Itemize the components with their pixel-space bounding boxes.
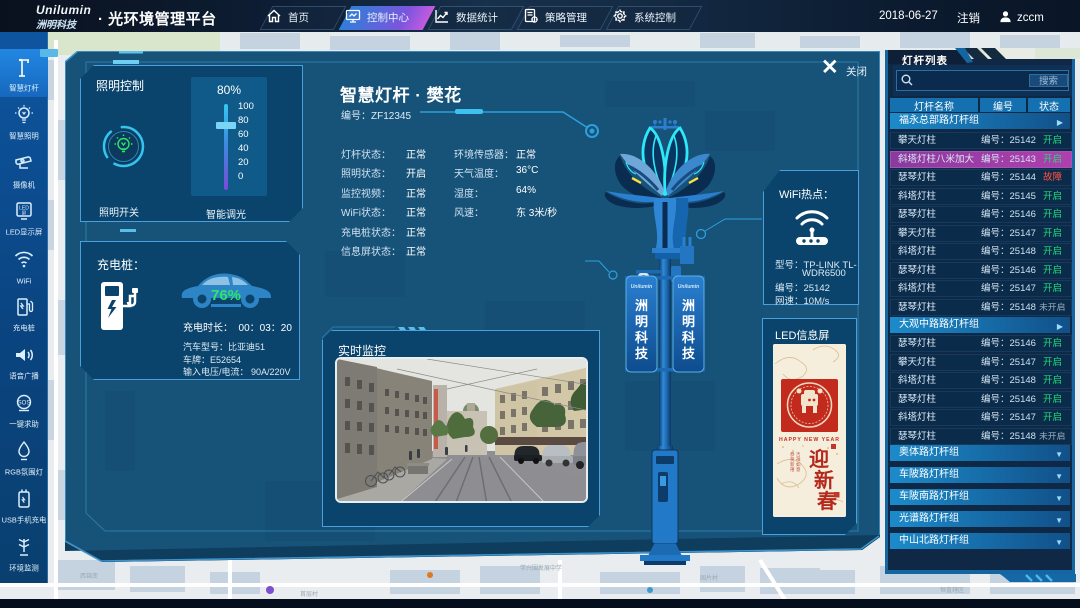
svg-text:洲: 洲 bbox=[682, 298, 695, 313]
svg-text:明: 明 bbox=[682, 314, 695, 329]
svg-text:恒直辖区: 恒直辖区 bbox=[940, 586, 964, 594]
svg-text:76%: 76% bbox=[211, 287, 241, 304]
svg-text:迎: 迎 bbox=[809, 447, 829, 471]
svg-text:技: 技 bbox=[635, 346, 649, 361]
svg-text:Unilumin: Unilumin bbox=[631, 284, 652, 290]
svg-text:意: 意 bbox=[796, 466, 801, 472]
svg-text:固片村: 固片村 bbox=[700, 574, 718, 582]
svg-text:学兴围发展中学: 学兴围发展中学 bbox=[520, 564, 562, 572]
svg-text:SOS: SOS bbox=[18, 401, 31, 407]
svg-text:科: 科 bbox=[635, 330, 648, 345]
svg-text:洲: 洲 bbox=[635, 298, 648, 313]
svg-text:新: 新 bbox=[814, 468, 834, 492]
svg-text:禧: 禧 bbox=[790, 466, 795, 473]
svg-text:科: 科 bbox=[682, 330, 695, 345]
svg-text:Unilumin: Unilumin bbox=[678, 284, 699, 290]
svg-text:明: 明 bbox=[635, 314, 648, 329]
svg-text:西锦变: 西锦变 bbox=[80, 572, 98, 580]
svg-text:HAPPY NEW YEAR: HAPPY NEW YEAR bbox=[779, 437, 840, 443]
svg-text:技: 技 bbox=[682, 346, 696, 361]
svg-text:首层村: 首层村 bbox=[300, 590, 318, 598]
